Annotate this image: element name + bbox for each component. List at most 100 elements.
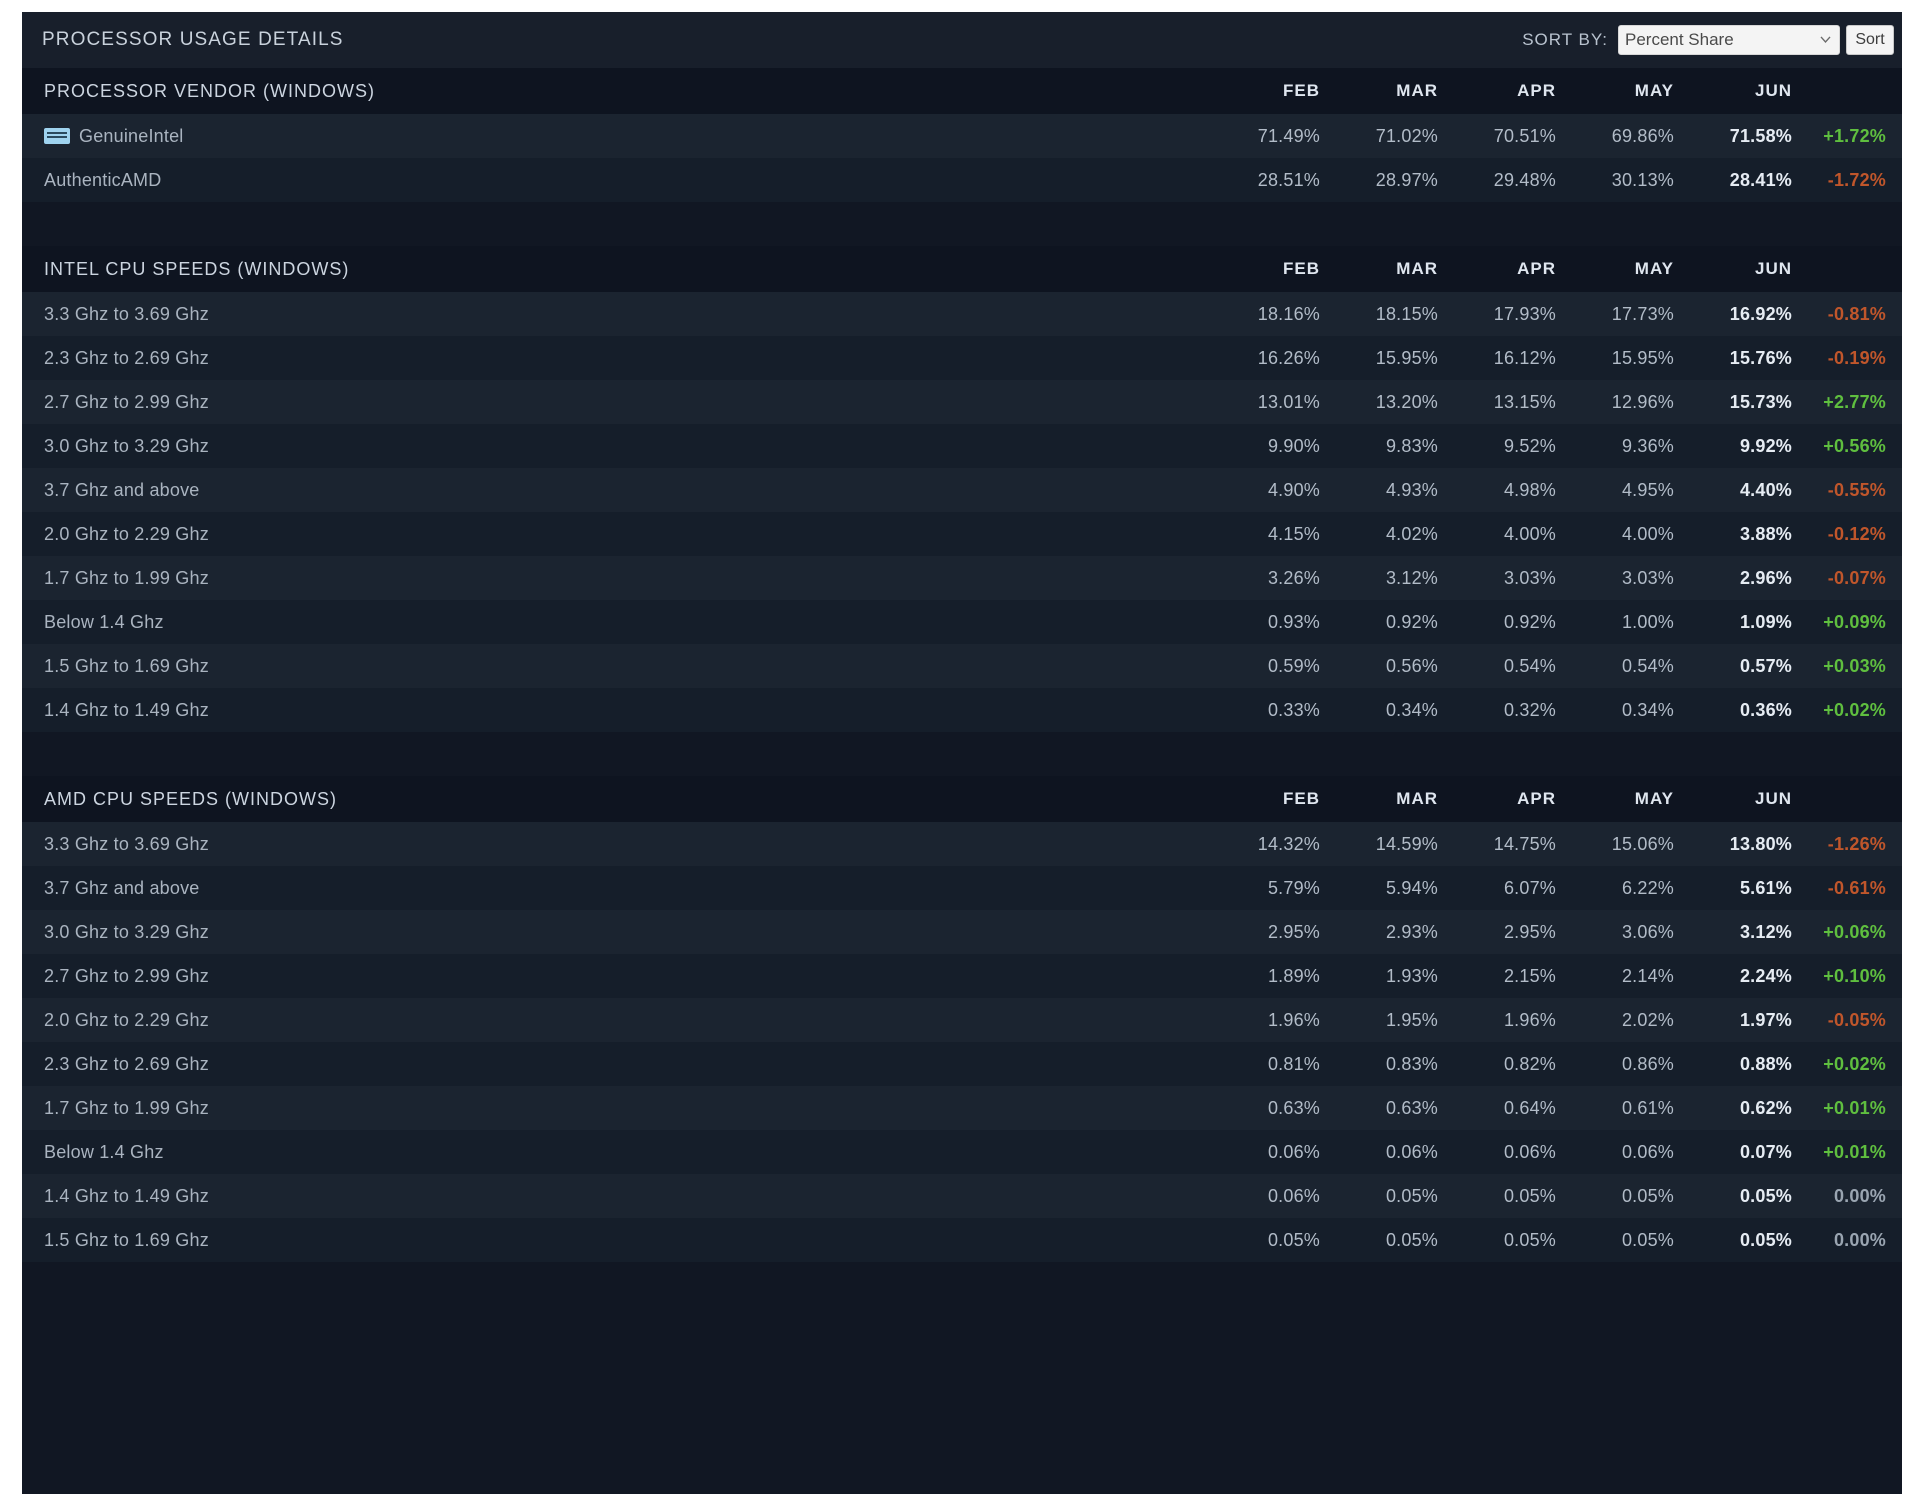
table-row[interactable]: 1.4 Ghz to 1.49 Ghz 0.33% 0.34% 0.32% 0.34% 0…	[22, 688, 1902, 732]
row-label: GenuineIntel	[79, 125, 184, 146]
row-label: 3.7 Ghz and above	[44, 877, 200, 898]
cell-change: -1.26%	[1827, 833, 1886, 854]
cell-change: +2.77%	[1823, 391, 1886, 412]
table-row[interactable]: 2.3 Ghz to 2.69 Ghz 16.26% 15.95% 16.12% 15.…	[22, 336, 1902, 380]
cell-feb: 4.15%	[1267, 523, 1320, 544]
sort-select[interactable]: Percent Share	[1618, 25, 1840, 55]
row-label: 2.7 Ghz to 2.99 Ghz	[44, 965, 209, 986]
cell-change: +0.01%	[1823, 1097, 1886, 1118]
section-title: AMD CPU SPEEDS (WINDOWS)	[44, 788, 338, 809]
cell-feb: 4.90%	[1267, 479, 1320, 500]
sort-button[interactable]: Sort	[1846, 25, 1894, 55]
column-header-feb: FEB	[1283, 259, 1320, 278]
cell-apr: 0.82%	[1503, 1053, 1556, 1074]
cell-change: +0.56%	[1823, 435, 1886, 456]
section-divider	[22, 732, 1902, 776]
sort-select-value: Percent Share	[1625, 30, 1734, 49]
cell-feb: 71.49%	[1257, 125, 1320, 146]
cell-current-month: 3.12%	[1739, 921, 1792, 942]
cell-current-month: 15.73%	[1729, 391, 1792, 412]
cell-apr: 0.92%	[1503, 611, 1556, 632]
row-label: 1.5 Ghz to 1.69 Ghz	[44, 1229, 209, 1250]
cell-apr: 14.75%	[1493, 833, 1556, 854]
cell-mar: 71.02%	[1375, 125, 1438, 146]
cell-mar: 15.95%	[1375, 347, 1438, 368]
cell-current-month: 71.58%	[1729, 125, 1792, 146]
cell-mar: 1.95%	[1385, 1009, 1438, 1030]
table-row[interactable]: 2.3 Ghz to 2.69 Ghz 0.81% 0.83% 0.82% 0.86% 0…	[22, 1042, 1902, 1086]
cell-current-month: 5.61%	[1739, 877, 1792, 898]
column-header-may: MAY	[1634, 81, 1674, 100]
cell-apr: 0.32%	[1503, 699, 1556, 720]
column-header-apr: APR	[1517, 81, 1556, 100]
row-label: Below 1.4 Ghz	[44, 1141, 164, 1162]
table-row[interactable]: 2.7 Ghz to 2.99 Ghz 1.89% 1.93% 2.15% 2.14% 2…	[22, 954, 1902, 998]
cell-current-month: 9.92%	[1739, 435, 1792, 456]
cell-feb: 1.96%	[1267, 1009, 1320, 1030]
cell-may: 6.22%	[1621, 877, 1674, 898]
table-row[interactable]: Below 1.4 Ghz 0.93% 0.92% 0.92% 1.00% 1.09% +0…	[22, 600, 1902, 644]
cell-may: 15.95%	[1611, 347, 1674, 368]
cell-apr: 1.96%	[1503, 1009, 1556, 1030]
row-label-cell: 1.7 Ghz to 1.99 Ghz	[44, 1098, 1202, 1119]
column-header-may: MAY	[1634, 259, 1674, 278]
cell-mar: 13.20%	[1375, 391, 1438, 412]
cell-feb: 14.32%	[1257, 833, 1320, 854]
cell-change: -0.05%	[1827, 1009, 1886, 1030]
table-row[interactable]: 1.5 Ghz to 1.69 Ghz 0.05% 0.05% 0.05% 0.05% 0…	[22, 1218, 1902, 1262]
cell-may: 0.61%	[1621, 1097, 1674, 1118]
cell-current-month: 4.40%	[1739, 479, 1792, 500]
table-row[interactable]: GenuineIntel 71.49% 71.02% 70.51% 69.86% 71.5…	[22, 114, 1902, 158]
cell-change: +0.06%	[1823, 921, 1886, 942]
cell-may: 2.14%	[1621, 965, 1674, 986]
cell-apr: 13.15%	[1493, 391, 1556, 412]
row-label-cell: 3.3 Ghz to 3.69 Ghz	[44, 834, 1202, 855]
cell-mar: 3.12%	[1385, 567, 1438, 588]
cell-may: 0.54%	[1621, 655, 1674, 676]
row-label-cell: 2.0 Ghz to 2.29 Ghz	[44, 1010, 1202, 1031]
cell-may: 4.95%	[1621, 479, 1674, 500]
sort-by-label: SORT BY:	[1522, 30, 1608, 49]
cell-current-month: 16.92%	[1729, 303, 1792, 324]
cell-may: 3.03%	[1621, 567, 1674, 588]
table-row[interactable]: 3.7 Ghz and above 5.79% 5.94% 6.07% 6.22% 5.6…	[22, 866, 1902, 910]
table-row[interactable]: 3.0 Ghz to 3.29 Ghz 9.90% 9.83% 9.52% 9.36% 9…	[22, 424, 1902, 468]
column-header-jun: JUN	[1754, 789, 1792, 808]
cell-change: -0.61%	[1827, 877, 1886, 898]
cell-mar: 14.59%	[1375, 833, 1438, 854]
cell-feb: 0.59%	[1267, 655, 1320, 676]
row-label-cell: 3.7 Ghz and above	[44, 480, 1202, 501]
column-header-may: MAY	[1634, 789, 1674, 808]
cell-apr: 29.48%	[1493, 169, 1556, 190]
cell-may: 3.06%	[1621, 921, 1674, 942]
table-row[interactable]: 2.0 Ghz to 2.29 Ghz 1.96% 1.95% 1.96% 2.02% 1…	[22, 998, 1902, 1042]
table-row[interactable]: 2.0 Ghz to 2.29 Ghz 4.15% 4.02% 4.00% 4.00% 3…	[22, 512, 1902, 556]
row-label: 1.7 Ghz to 1.99 Ghz	[44, 1097, 209, 1118]
cell-apr: 0.64%	[1503, 1097, 1556, 1118]
table-row[interactable]: 1.7 Ghz to 1.99 Ghz 3.26% 3.12% 3.03% 3.03% 2…	[22, 556, 1902, 600]
table-row[interactable]: 3.0 Ghz to 3.29 Ghz 2.95% 2.93% 2.95% 3.06% 3…	[22, 910, 1902, 954]
cell-current-month: 0.57%	[1739, 655, 1792, 676]
intel-logo-icon	[44, 128, 70, 144]
processor-usage-panel: PROCESSOR USAGE DETAILS SORT BY: Percent…	[22, 12, 1902, 1494]
table-row[interactable]: 1.5 Ghz to 1.69 Ghz 0.59% 0.56% 0.54% 0.54% 0…	[22, 644, 1902, 688]
cell-feb: 0.05%	[1267, 1229, 1320, 1250]
row-label: 1.4 Ghz to 1.49 Ghz	[44, 699, 209, 720]
table-row[interactable]: 1.4 Ghz to 1.49 Ghz 0.06% 0.05% 0.05% 0.05% 0…	[22, 1174, 1902, 1218]
table-row[interactable]: 3.3 Ghz to 3.69 Ghz 14.32% 14.59% 14.75% 15.…	[22, 822, 1902, 866]
cell-change: -0.12%	[1827, 523, 1886, 544]
cell-change: -0.19%	[1827, 347, 1886, 368]
table-row[interactable]: 3.3 Ghz to 3.69 Ghz 18.16% 18.15% 17.93% 17.…	[22, 292, 1902, 336]
table-row[interactable]: Below 1.4 Ghz 0.06% 0.06% 0.06% 0.06% 0.07% +0…	[22, 1130, 1902, 1174]
table-row[interactable]: 3.7 Ghz and above 4.90% 4.93% 4.98% 4.95% 4.4…	[22, 468, 1902, 512]
cell-apr: 4.98%	[1503, 479, 1556, 500]
cell-mar: 9.83%	[1385, 435, 1438, 456]
cell-feb: 0.06%	[1267, 1141, 1320, 1162]
table-row[interactable]: 2.7 Ghz to 2.99 Ghz 13.01% 13.20% 13.15% 12.…	[22, 380, 1902, 424]
cell-may: 12.96%	[1611, 391, 1674, 412]
table-row[interactable]: AuthenticAMD 28.51% 28.97% 29.48% 30.13% 28.4…	[22, 158, 1902, 202]
panel-header: PROCESSOR USAGE DETAILS SORT BY: Percent…	[22, 12, 1902, 68]
row-label-cell: 2.7 Ghz to 2.99 Ghz	[44, 392, 1202, 413]
cell-current-month: 1.09%	[1739, 611, 1792, 632]
table-row[interactable]: 1.7 Ghz to 1.99 Ghz 0.63% 0.63% 0.64% 0.61% 0…	[22, 1086, 1902, 1130]
